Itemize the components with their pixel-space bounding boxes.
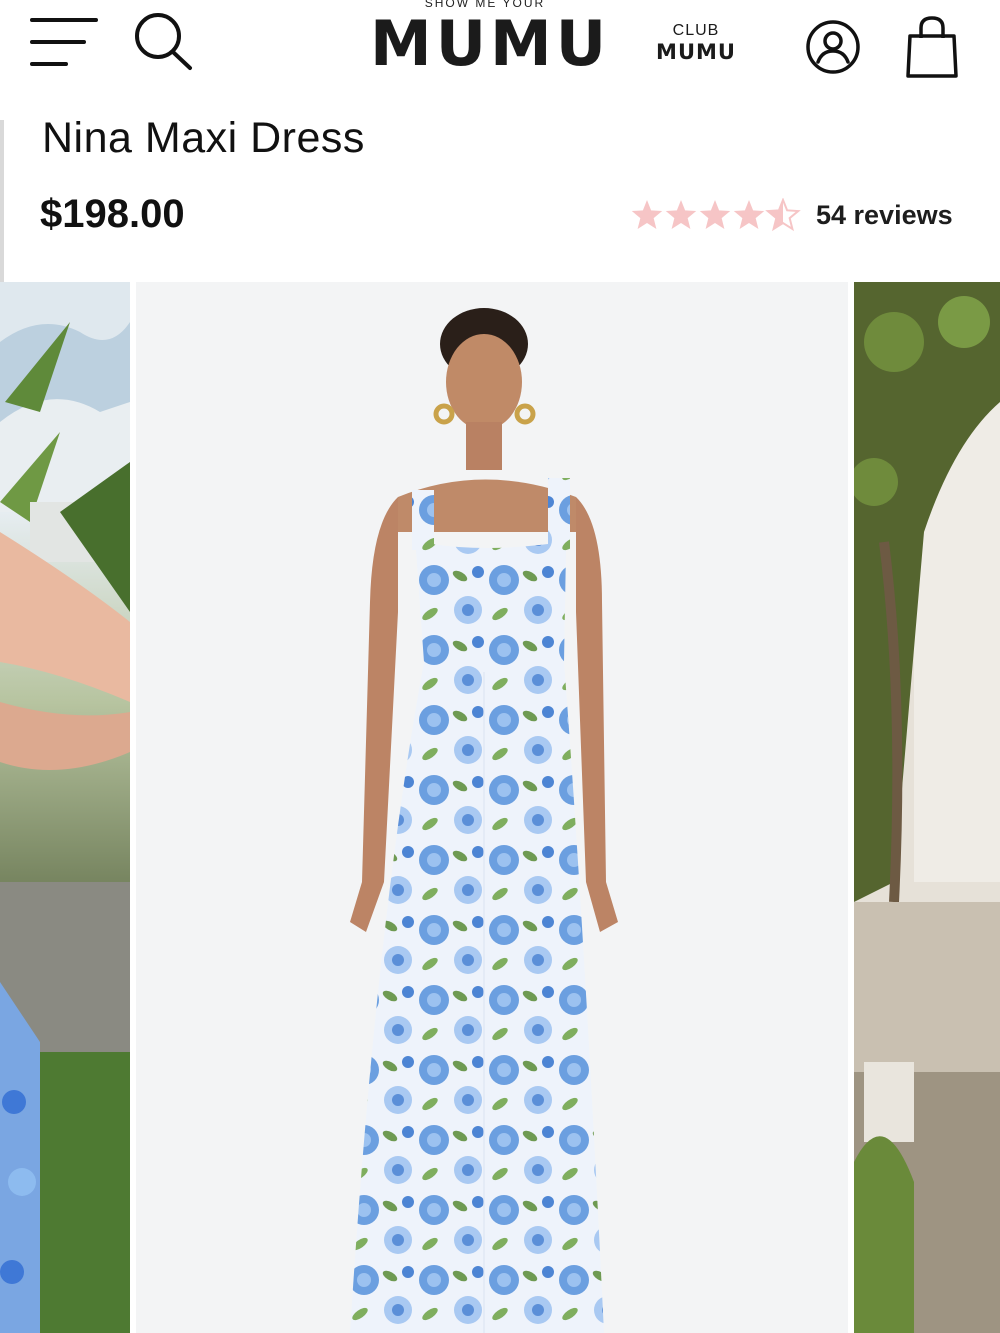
cart-icon [906,16,958,78]
star-icon [699,200,731,229]
product-price: $198.00 [40,192,185,236]
product-image-gallery[interactable] [0,282,1000,1333]
lifestyle-photo-left [0,282,130,1333]
lifestyle-photo-right [854,282,1000,1333]
product-title: Nina Maxi Dress [42,114,365,162]
site-logo[interactable]: SHOW ME YOUR MUMU [370,0,611,84]
logo-wordmark: MUMU [370,7,611,80]
menu-button[interactable] [30,14,102,70]
star-icon [665,200,697,229]
search-icon [135,13,192,70]
account-icon [806,20,860,74]
reviews-link[interactable]: 54 reviews [816,200,953,231]
page-edge-divider [0,120,4,282]
site-header: SHOW ME YOUR MUMU CLUB MUMU [0,0,1000,100]
gallery-slide-next[interactable] [854,282,1000,1333]
club-label-top: CLUB [672,22,720,39]
club-mumu-link[interactable]: CLUB MUMU [650,22,742,64]
star-icon [733,200,765,229]
account-button[interactable] [804,18,862,76]
product-photo-main [136,282,848,1333]
gallery-slide-previous[interactable] [0,282,130,1333]
club-label-bottom: MUMU [656,40,736,64]
gallery-slide-current[interactable] [136,282,848,1333]
product-summary: Nina Maxi Dress $198.00 54 reviews [0,100,1000,282]
star-icon [631,200,663,229]
rating-stars [631,198,801,232]
cart-button[interactable] [902,14,962,80]
menu-icon [30,14,102,70]
search-button[interactable] [130,8,196,72]
product-rating[interactable]: 54 reviews [630,198,970,238]
